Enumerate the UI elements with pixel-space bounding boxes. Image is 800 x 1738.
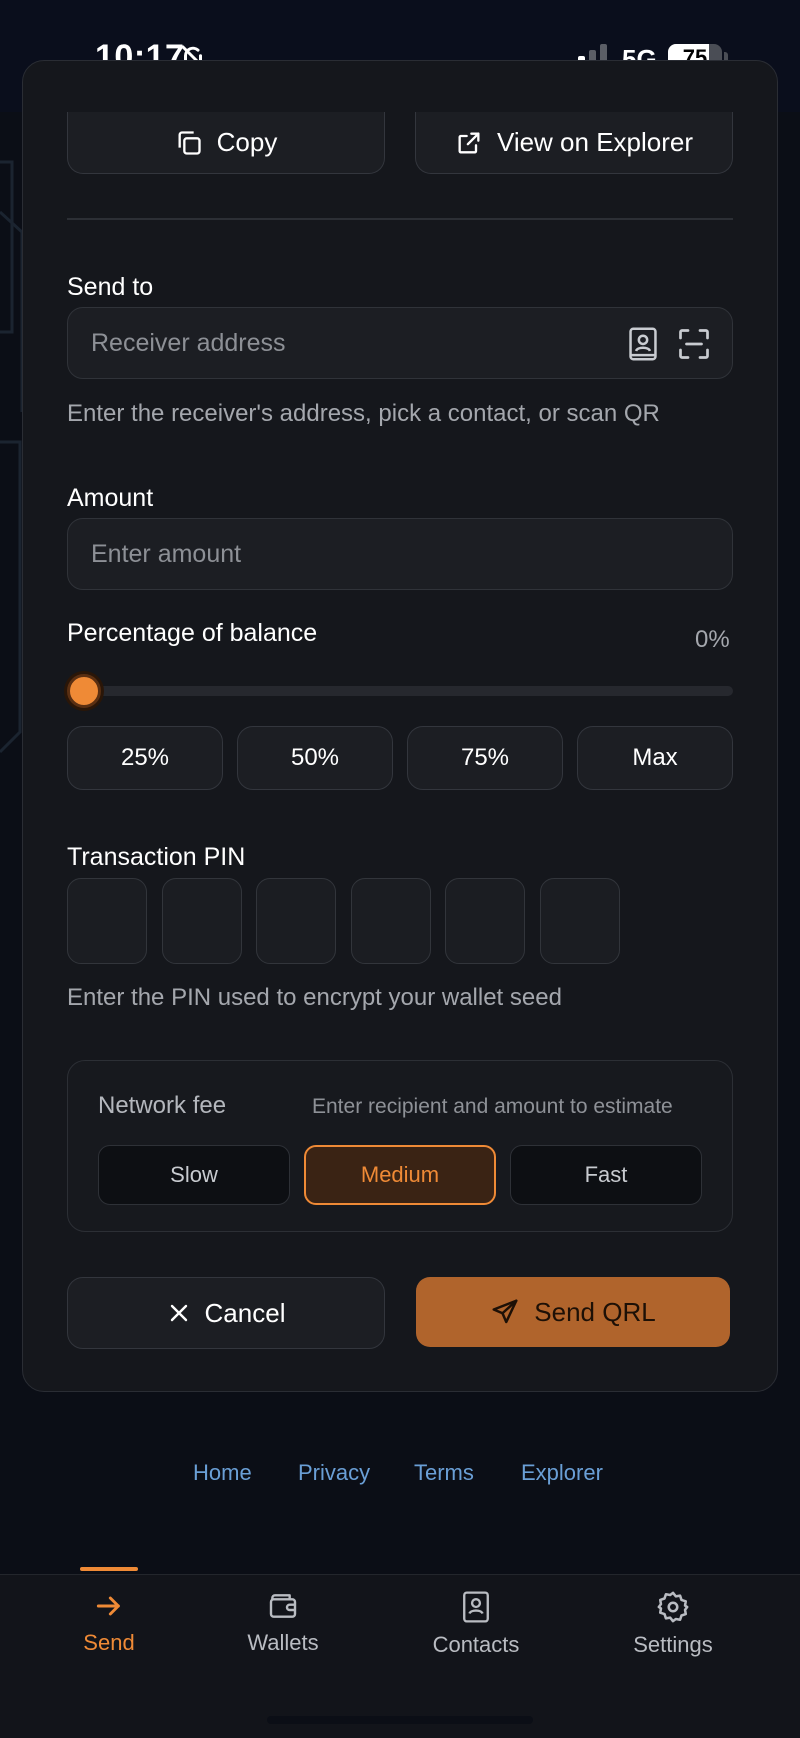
nav-label: Settings <box>633 1632 713 1657</box>
footer-link-explorer[interactable]: Explorer <box>521 1460 603 1486</box>
pin-digit-input[interactable] <box>162 878 242 964</box>
preset-max-button[interactable]: Max <box>577 726 733 790</box>
pin-digit-input[interactable] <box>540 878 620 964</box>
copy-label: Copy <box>216 127 278 157</box>
active-tab-indicator <box>80 1567 138 1571</box>
nav-label: Contacts <box>432 1632 520 1657</box>
footer-link-terms[interactable]: Terms <box>414 1460 474 1486</box>
view-on-explorer-button[interactable]: View on Explorer <box>415 112 733 174</box>
fee-option-label: Slow <box>170 1162 218 1187</box>
contact-book-icon[interactable] <box>626 326 660 362</box>
wallet-icon <box>269 1594 297 1618</box>
copy-icon <box>178 130 201 155</box>
explorer-label: View on Explorer <box>496 127 694 157</box>
preset-50-button[interactable]: 50% <box>237 726 393 790</box>
contact-book-icon <box>463 1591 489 1623</box>
nav-label: Send <box>83 1630 135 1655</box>
close-icon <box>170 1304 187 1322</box>
send-icon <box>492 1299 518 1324</box>
cancel-button[interactable]: Cancel <box>67 1277 385 1349</box>
nav-label: Wallets <box>247 1630 319 1655</box>
preset-75-button[interactable]: 75% <box>407 726 563 790</box>
footer-link-home[interactable]: Home <box>193 1460 252 1486</box>
percentage-slider-thumb[interactable] <box>67 674 101 708</box>
pin-digit-input[interactable] <box>445 878 525 964</box>
percentage-slider-track[interactable] <box>67 686 733 696</box>
amount-field <box>67 518 733 590</box>
pin-label: Transaction PIN <box>67 843 246 871</box>
cancel-label: Cancel <box>204 1297 286 1328</box>
send-to-hint: Enter the receiver's address, pick a con… <box>67 400 660 427</box>
receiver-address-field <box>67 307 733 379</box>
send-qrl-button[interactable]: Send QRL <box>416 1277 730 1347</box>
fee-fast-button[interactable]: Fast <box>510 1145 702 1205</box>
percentage-label: Percentage of balance <box>67 619 318 647</box>
preset-label: 75% <box>460 744 510 771</box>
fee-slow-button[interactable]: Slow <box>98 1145 290 1205</box>
nav-settings[interactable]: Settings <box>593 1590 753 1658</box>
preset-25-button[interactable]: 25% <box>67 726 223 790</box>
preset-label: 25% <box>120 744 170 771</box>
nav-send[interactable]: Send <box>29 1590 189 1656</box>
network-fee-estimate: Enter recipient and amount to estimate <box>312 1095 673 1118</box>
network-fee-label: Network fee <box>98 1092 227 1119</box>
pin-hint: Enter the PIN used to encrypt your walle… <box>67 984 562 1011</box>
pin-digit-input[interactable] <box>256 878 336 964</box>
pin-digit-input[interactable] <box>351 878 431 964</box>
fee-option-label: Fast <box>584 1162 628 1187</box>
amount-label: Amount <box>67 484 154 512</box>
footer-link-privacy[interactable]: Privacy <box>298 1460 370 1486</box>
gear-icon <box>657 1591 689 1623</box>
nav-wallets[interactable]: Wallets <box>203 1590 363 1656</box>
external-link-icon <box>458 132 480 153</box>
percentage-value: 0% <box>695 626 730 653</box>
receiver-address-input[interactable] <box>91 328 611 358</box>
send-label: Send QRL <box>534 1296 656 1327</box>
amount-input[interactable] <box>91 539 732 569</box>
nav-contacts[interactable]: Contacts <box>396 1590 556 1658</box>
scan-qr-icon[interactable] <box>676 326 712 362</box>
section-divider <box>67 218 733 220</box>
preset-label: Max <box>632 744 678 771</box>
copy-button[interactable]: Copy <box>67 112 385 174</box>
fee-medium-button[interactable]: Medium <box>304 1145 496 1205</box>
send-to-label: Send to <box>67 273 154 301</box>
arrow-right-icon <box>96 1596 120 1616</box>
fee-option-label: Medium <box>360 1162 440 1187</box>
pin-digit-input[interactable] <box>67 878 147 964</box>
preset-label: 50% <box>290 744 340 771</box>
home-indicator <box>267 1716 533 1724</box>
